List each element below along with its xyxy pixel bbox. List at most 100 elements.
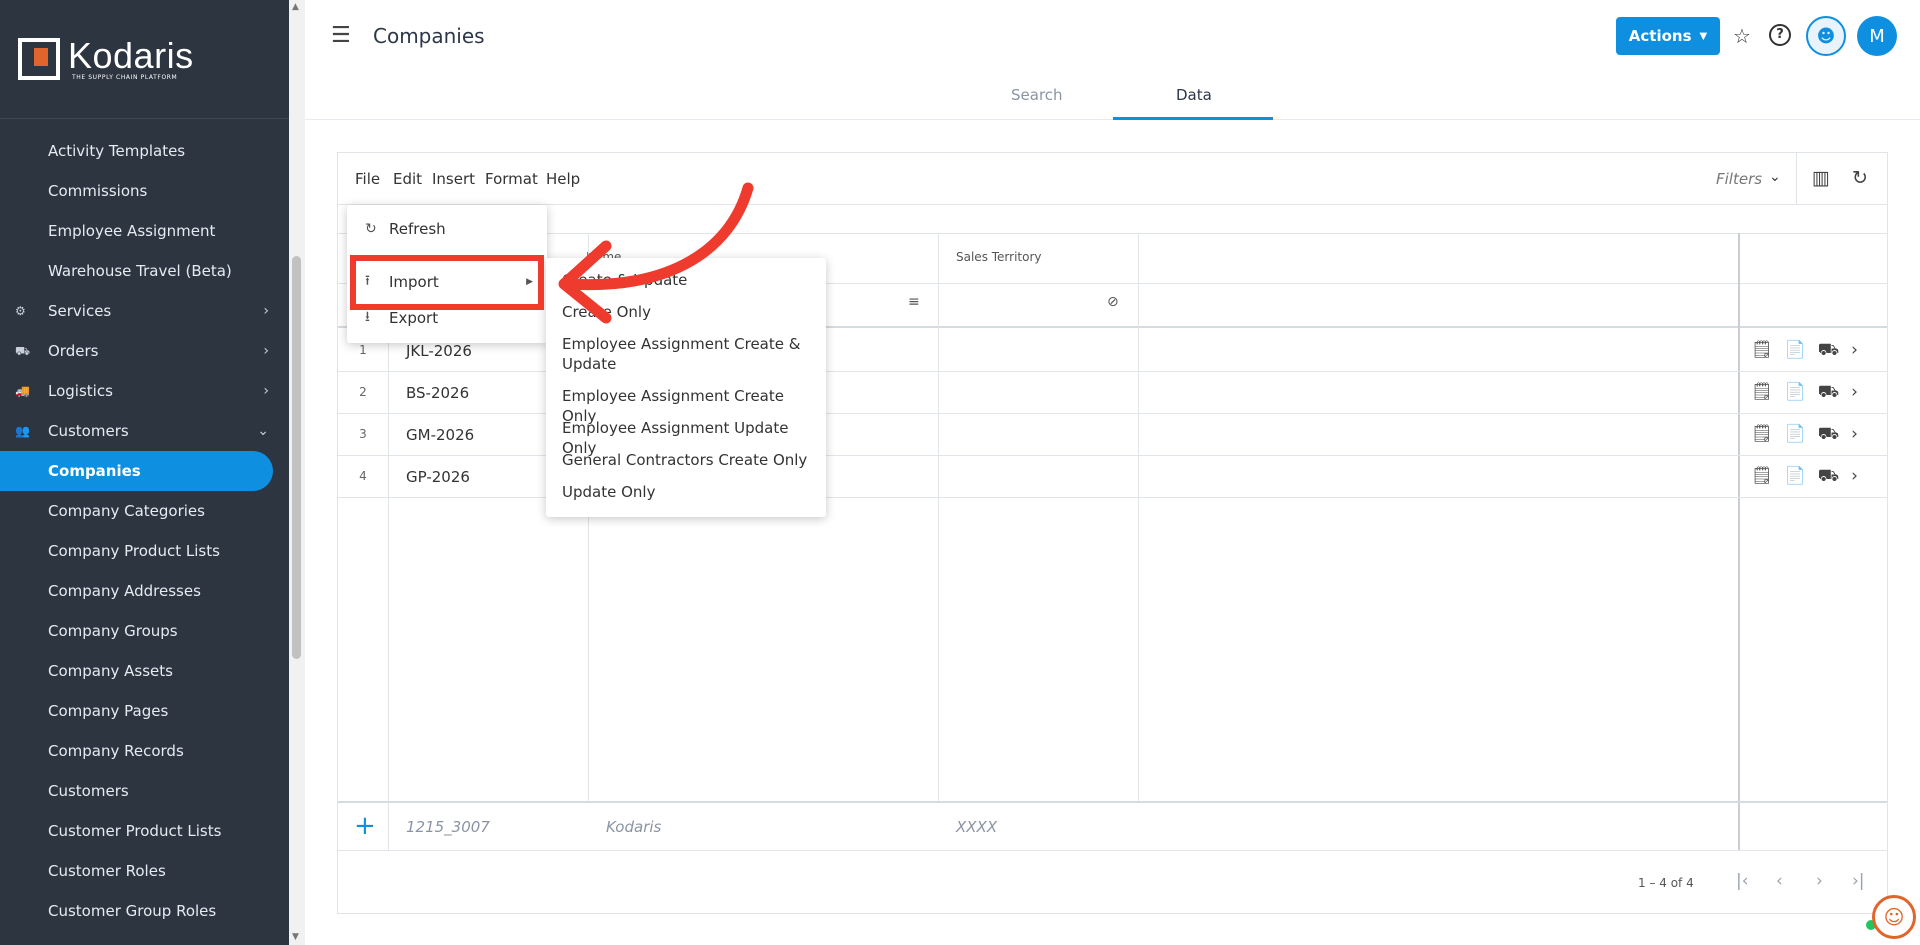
last-page-icon[interactable]: ›| [1852,871,1865,891]
sidebar-item-label: Company Pages [48,702,169,720]
sidebar-item-services[interactable]: ⚙ Services › [0,291,289,331]
add-note-icon[interactable]: 🗒 [1751,340,1773,362]
avatar[interactable]: M [1857,16,1897,56]
prev-page-icon[interactable]: ‹ [1776,871,1783,891]
star-icon[interactable]: ☆ [1733,24,1751,48]
new-row-inputs: + 1215_3007 Kodaris XXXX [338,801,1887,851]
sidebar-item-customer-product-lists[interactable]: Customer Product Lists [0,811,289,851]
add-document-icon[interactable]: 📄 [1785,382,1806,404]
scroll-thumb[interactable] [292,256,301,659]
caret-down-icon: ▼ [1699,30,1708,42]
menu-file[interactable]: File [355,170,380,188]
sidebar-scrollbar[interactable]: ▲ ▼ [289,0,305,945]
menu-insert[interactable]: Insert [432,170,475,188]
sidebar-item-customers[interactable]: Customers [0,771,289,811]
add-document-icon[interactable]: 📄 [1785,340,1806,362]
new-code-input[interactable]: 1215_3007 [406,818,490,836]
scroll-up-icon[interactable]: ▲ [292,2,299,12]
chevron-right-icon[interactable]: › [1851,424,1858,446]
import-highlight-box [350,255,544,310]
sidebar-item-customer-roles[interactable]: Customer Roles [0,851,289,891]
gears-icon: ⚙ [15,304,26,318]
new-territory-input[interactable]: XXXX [956,818,997,836]
file-menu-label: Export [389,309,439,327]
shipping-icon: 🚚 [15,384,30,398]
add-note-icon[interactable]: 🗒 [1751,424,1773,446]
import-option[interactable]: General Contractors Create Only [562,450,812,470]
menu-format[interactable]: Format [485,170,538,188]
clear-filter-icon[interactable]: ⊘ [1107,294,1119,310]
chevron-right-icon[interactable]: › [1851,382,1858,404]
help-icon[interactable]: ? [1769,24,1791,46]
sidebar-item-commissions[interactable]: Commissions [0,171,289,211]
menu-edit[interactable]: Edit [393,170,422,188]
add-note-icon[interactable]: 🗒 [1751,382,1773,404]
sidebar-item-logistics[interactable]: 🚚 Logistics › [0,371,289,411]
company-code[interactable]: BS-2026 [406,384,469,402]
column-header-sales-territory[interactable]: Sales Territory [956,250,1042,264]
sidebar-item-company-categories[interactable]: Company Categories [0,491,289,531]
sidebar-item-label: Orders [48,342,99,360]
sidebar-item-label: Warehouse Travel (Beta) [48,262,232,280]
sidebar-item-company-addresses[interactable]: Company Addresses [0,571,289,611]
sidebar-item-customer-group-roles[interactable]: Customer Group Roles [0,891,289,931]
sidebar-item-label: Customer Roles [48,862,166,880]
sidebar-item-activity-templates[interactable]: Activity Templates [0,131,289,171]
assistant-bot-icon[interactable]: ☻ [1806,16,1846,56]
tab-search[interactable]: Search [1011,86,1063,104]
chevron-right-icon[interactable]: › [1851,466,1858,488]
add-document-icon[interactable]: 📄 [1785,424,1806,446]
shipping-icon[interactable]: ⛟ [1818,340,1839,362]
shipping-icon[interactable]: ⛟ [1818,382,1839,404]
refresh-icon[interactable]: ↻ [1852,167,1868,189]
sidebar-item-company-groups[interactable]: Company Groups [0,611,289,651]
sidebar-item-employee-assignment[interactable]: Employee Assignment [0,211,289,251]
import-option[interactable]: Employee Assignment Create & Update [562,334,812,374]
menu-toggle-icon[interactable]: ☰ [331,25,351,47]
kodaris-logo-icon [18,38,60,80]
active-tab-indicator [1113,117,1273,120]
new-name-input[interactable]: Kodaris [606,818,661,836]
chat-support-icon[interactable]: ☺ [1872,895,1916,939]
row-number: 4 [359,469,367,483]
top-bar: ☰ Companies Actions ▼ ☆ ? ☻ M Search Dat… [305,0,1920,120]
sidebar-item-companies[interactable]: Companies [0,451,273,491]
company-code[interactable]: GP-2026 [406,468,470,486]
sidebar-item-label: Employee Assignment [48,222,216,240]
chevron-right-icon: › [263,383,269,399]
sidebar-item-label: Customer Product Lists [48,822,222,840]
sidebar-item-label: Company Addresses [48,582,201,600]
chevron-right-icon[interactable]: › [1851,340,1858,362]
import-option[interactable]: Update Only [562,482,812,502]
filter-icon[interactable]: ≡ [908,294,920,310]
add-document-icon[interactable]: 📄 [1785,466,1806,488]
logo[interactable]: Kodaris THE SUPPLY CHAIN PLATFORM [0,0,289,119]
filters-dropdown[interactable]: Filters [1716,170,1762,188]
add-note-icon[interactable]: 🗒 [1751,466,1773,488]
shipping-icon[interactable]: ⛟ [1818,466,1839,488]
first-page-icon[interactable]: |‹ [1736,871,1749,891]
add-row-icon[interactable]: + [354,813,376,839]
sidebar-item-customers[interactable]: 👥 Customers ⌄ [0,411,289,451]
column-divider [1738,233,1740,851]
columns-icon[interactable]: ▥ [1812,167,1830,189]
sidebar-item-company-assets[interactable]: Company Assets [0,651,289,691]
actions-button[interactable]: Actions ▼ [1616,17,1720,55]
sidebar-item-warehouse-travel-beta[interactable]: Warehouse Travel (Beta) [0,251,289,291]
scroll-down-icon[interactable]: ▼ [292,932,299,942]
company-code[interactable]: GM-2026 [406,426,474,444]
next-page-icon[interactable]: › [1816,871,1823,891]
row-number: 3 [359,427,367,441]
sidebar-item-label: Company Records [48,742,184,760]
sidebar-item-company-records[interactable]: Company Records [0,731,289,771]
sidebar: Kodaris THE SUPPLY CHAIN PLATFORM Activi… [0,0,289,945]
chevron-right-icon: › [263,343,269,359]
sidebar-item-company-pages[interactable]: Company Pages [0,691,289,731]
sidebar-item-orders[interactable]: ⛟ Orders › [0,331,289,371]
sidebar-item-company-product-lists[interactable]: Company Product Lists [0,531,289,571]
file-menu-refresh[interactable]: ↻ Refresh [347,210,547,248]
company-code[interactable]: JKL-2026 [406,342,472,360]
chevron-down-icon[interactable]: ⌄ [1769,169,1781,185]
shipping-icon[interactable]: ⛟ [1818,424,1839,446]
tab-data[interactable]: Data [1176,86,1212,104]
